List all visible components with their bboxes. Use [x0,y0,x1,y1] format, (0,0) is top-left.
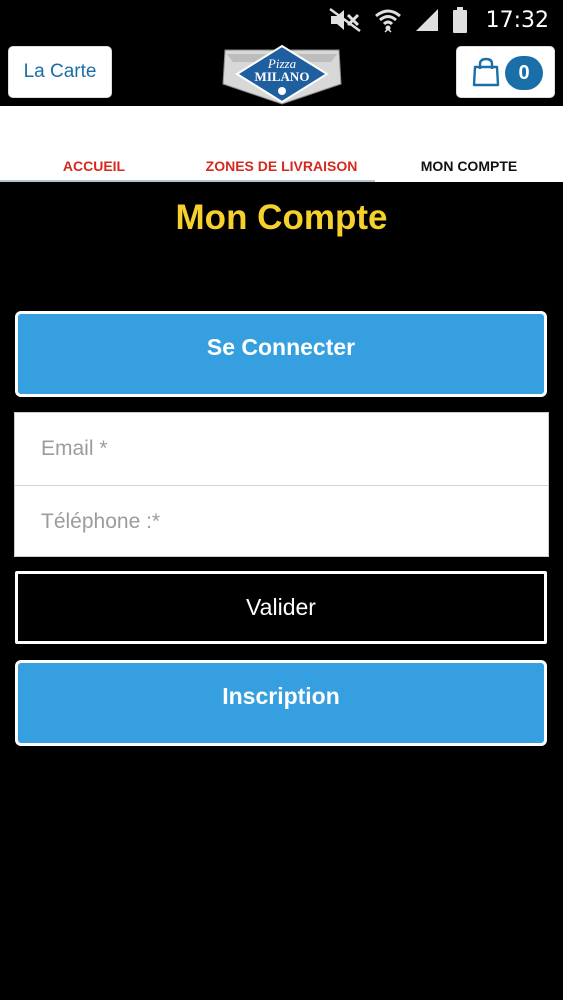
login-form [14,412,549,558]
tab-divider [0,180,375,182]
wifi-icon [374,7,402,33]
mute-icon [328,7,362,33]
phone-field[interactable] [15,486,548,558]
signal-icon [414,7,440,33]
se-connecter-button[interactable]: Se Connecter [15,311,547,397]
tab-zones-de-livraison[interactable]: ZONES DE LIVRAISON [188,158,375,174]
status-icons: 17:32 [328,6,549,34]
la-carte-button[interactable]: La Carte [8,46,112,98]
pizza-milano-logo: Pizza MILANO [219,40,345,106]
cart-count-badge: 0 [505,56,543,90]
inscription-button[interactable]: Inscription [15,660,547,746]
nav-tabs: ACCUEIL ZONES DE LIVRAISON MON COMPTE [0,106,563,182]
tab-mon-compte[interactable]: MON COMPTE [375,158,563,174]
email-field[interactable] [15,413,548,485]
status-bar: 17:32 [0,0,563,40]
valider-button[interactable]: Valider [15,571,547,644]
status-time: 17:32 [485,7,549,33]
logo-text-milano: MILANO [255,69,310,84]
tab-accueil[interactable]: ACCUEIL [0,158,188,174]
page-title: Mon Compte [175,198,388,237]
battery-icon [452,7,468,33]
app-header: La Carte Pizza MILANO 0 [0,40,563,106]
shopping-bag-icon [472,57,500,92]
cart-button[interactable]: 0 [456,46,555,98]
